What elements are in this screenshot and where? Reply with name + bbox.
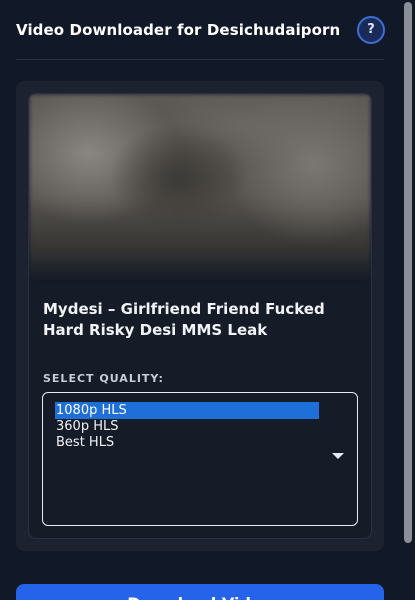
help-button[interactable]: ? [357,15,385,44]
quality-select[interactable]: 1080p HLS 360p HLS Best HLS [42,392,358,526]
scrollbar[interactable] [401,0,415,600]
dropdown-caret-icon [332,453,344,459]
quality-option-1080p[interactable]: 1080p HLS [55,402,319,419]
header: Video Downloader for Desichudaiporn ? [16,0,385,60]
quality-option-360p[interactable]: 360p HLS [55,418,319,435]
app-title: Video Downloader for Desichudaiporn [16,20,341,39]
video-card: Mydesi – Girlfriend Friend Fucked Hard R… [28,93,372,539]
video-title: Mydesi – Girlfriend Friend Fucked Hard R… [43,300,325,339]
quality-label: SELECT QUALITY: [43,372,164,385]
download-button[interactable]: Download Video [16,584,384,600]
extension-popup: Video Downloader for Desichudaiporn ? My… [0,0,415,600]
main-panel: Mydesi – Girlfriend Friend Fucked Hard R… [16,81,384,551]
scrollbar-thumb[interactable] [404,2,412,543]
video-thumbnail [29,94,371,280]
quality-option-best[interactable]: Best HLS [55,434,319,451]
